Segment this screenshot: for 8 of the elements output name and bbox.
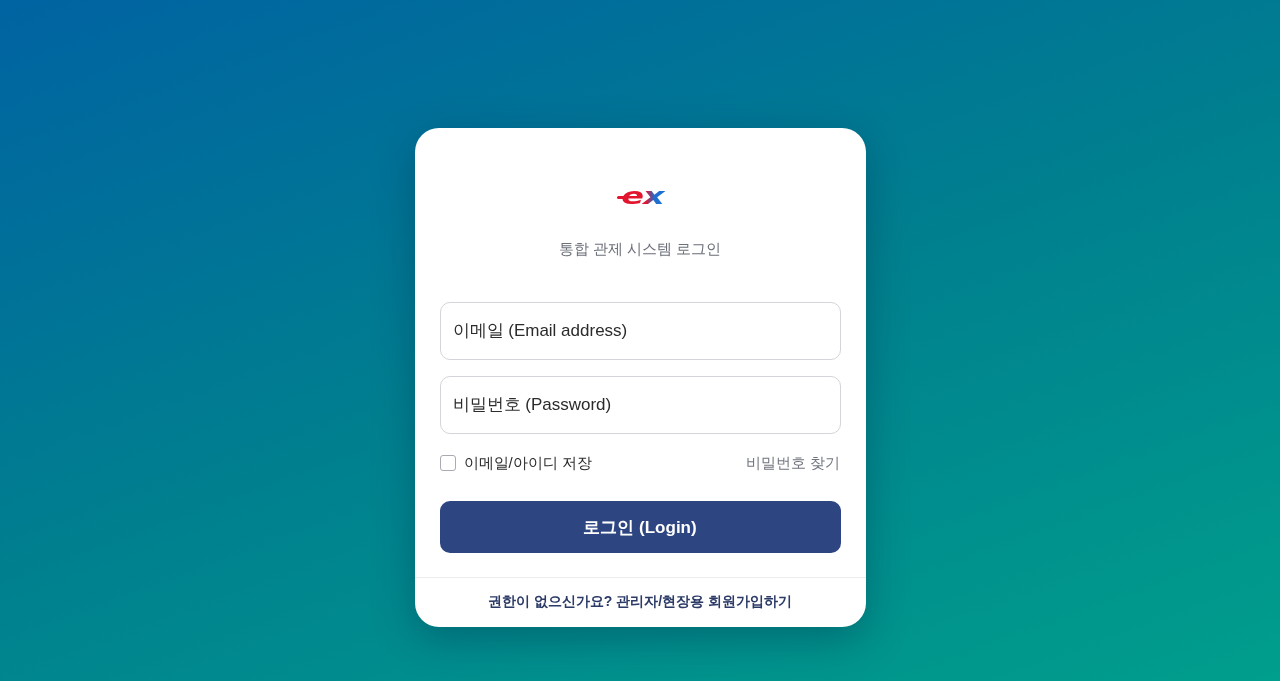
remember-label[interactable]: 이메일/아이디 저장 <box>463 453 592 473</box>
remember-checkbox[interactable] <box>439 455 456 471</box>
login-subtitle: 통합 관제 시스템 로그인 <box>558 239 722 259</box>
forgot-password-link[interactable]: 비밀번호 찾기 <box>746 453 841 473</box>
login-button[interactable]: 로그인 (Login) <box>439 501 841 553</box>
input-field[interactable]: 이메일 (Email address) <box>439 302 841 360</box>
input-field[interactable]: 비밀번호 (Password) <box>439 376 841 434</box>
signup-link[interactable]: 권한이 없으신가요? 관리자/현장용 회원가입하기 <box>487 592 793 611</box>
